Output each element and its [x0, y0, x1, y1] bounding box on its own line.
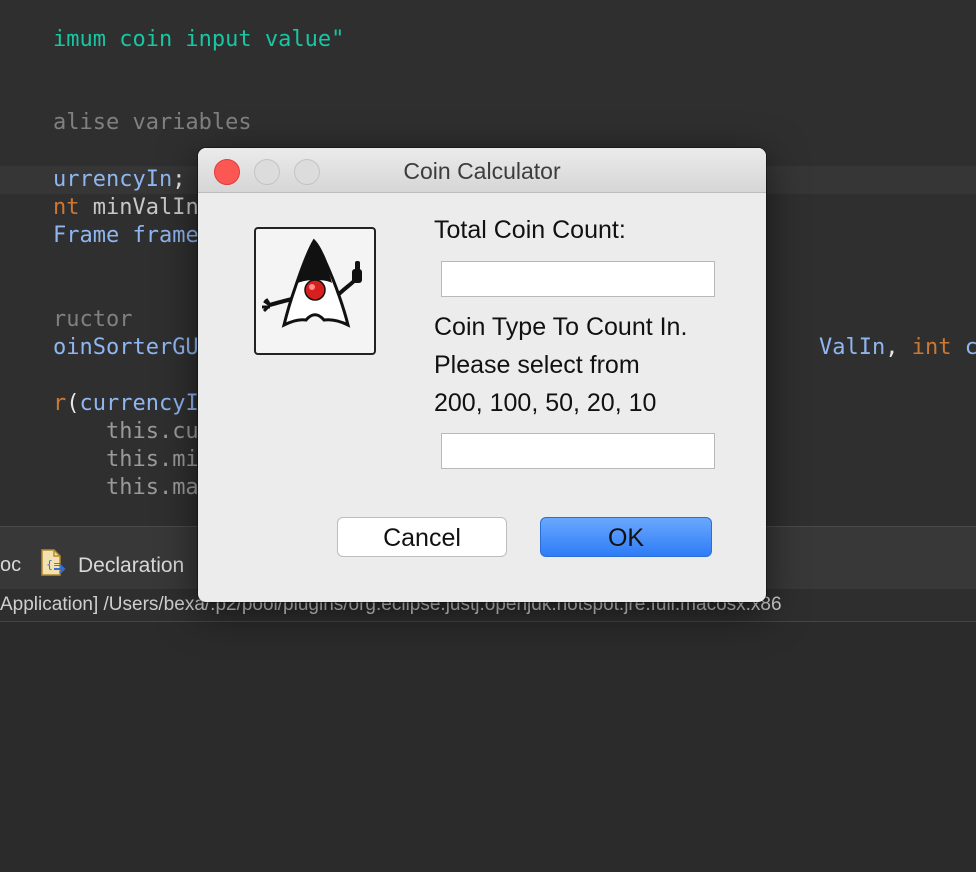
code-line-1: imum coin input value"	[0, 0, 344, 52]
code-line-7-right: ValIn, int coin	[818, 335, 976, 360]
coin-type-input[interactable]	[441, 433, 715, 469]
cancel-button[interactable]: Cancel	[337, 517, 507, 557]
function-name: oinSorterGUI	[52, 335, 212, 360]
ok-button[interactable]: OK	[540, 517, 712, 557]
total-coin-count-input[interactable]	[441, 261, 715, 297]
coin-type-label-line-3: 200, 100, 50, 20, 10	[434, 389, 657, 417]
coin-calculator-dialog: Coin Calculator Total Coin Count: Coin T…	[198, 148, 766, 602]
dialog-title: Coin Calculator	[403, 158, 561, 184]
coin-type-label-line-2: Please select from	[434, 351, 640, 379]
comment: alise variables	[52, 110, 252, 135]
code-line-3: urrencyIn;	[52, 167, 186, 192]
string-literal: imum coin input value"	[52, 27, 345, 52]
java-duke-icon	[254, 227, 376, 355]
total-coin-count-label: Total Coin Count:	[434, 216, 626, 244]
code-line-6: ructor	[0, 278, 132, 332]
declaration-icon: {=	[40, 549, 66, 576]
dialog-titlebar[interactable]: Coin Calculator	[198, 148, 766, 193]
console-output[interactable]	[0, 622, 976, 872]
coin-type-label-line-1: Coin Type To Count In.	[434, 313, 688, 341]
tab-declaration[interactable]: Declaration	[78, 554, 184, 578]
code-line-2: alise variables	[0, 81, 252, 135]
tab-javadoc[interactable]: oc	[0, 554, 21, 577]
